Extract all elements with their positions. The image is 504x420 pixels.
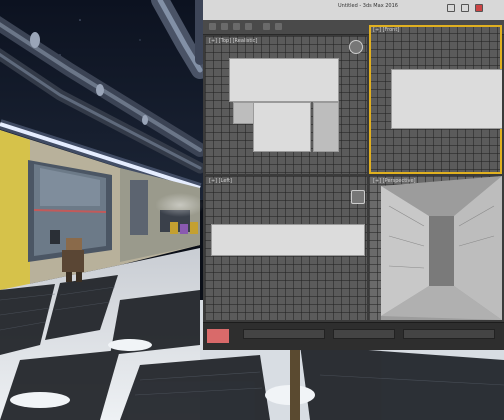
mesh-plan-center: [253, 102, 311, 152]
close-icon[interactable]: [475, 4, 483, 12]
wall-panel-screen: [50, 230, 60, 244]
viewport-top[interactable]: [+] [Top] [Realistic]: [205, 36, 367, 174]
timeline-slider[interactable]: [243, 329, 325, 339]
auto-key-button[interactable]: [207, 329, 229, 343]
viewport-label: [+] [Top] [Realistic]: [209, 38, 258, 44]
snap-tool-icon[interactable]: [263, 23, 270, 30]
viewcube-icon[interactable]: [351, 190, 365, 204]
window-title: Untitled - 3ds Max 2016: [338, 3, 398, 9]
status-bar: [203, 322, 504, 350]
viewport-front[interactable]: [+] [Front]: [369, 25, 502, 174]
window-titlebar: Untitled - 3ds Max 2016: [203, 0, 504, 21]
wall-hazard-panel: [0, 130, 30, 290]
minimize-icon[interactable]: [447, 4, 455, 12]
viewport-perspective[interactable]: [+] [Perspective]: [369, 176, 502, 320]
mesh-plan-right: [313, 102, 339, 152]
select-tool-icon[interactable]: [209, 23, 216, 30]
playback-controls[interactable]: [403, 329, 495, 339]
perspective-mesh: [381, 176, 502, 320]
viewport-left[interactable]: [+] [Left]: [205, 176, 367, 320]
monitor-stand: [290, 340, 300, 420]
scale-tool-icon[interactable]: [245, 23, 252, 30]
mesh-plan-upper: [229, 58, 339, 102]
viewcube-icon[interactable]: [349, 40, 363, 54]
viewport-label: [+] [Left]: [209, 178, 232, 184]
rotate-tool-icon[interactable]: [233, 23, 240, 30]
mesh-front: [391, 69, 502, 129]
monitor-screen: Untitled - 3ds Max 2016 [+] [Top] [Reali…: [203, 0, 504, 350]
mesh-side: [211, 224, 365, 256]
maximize-icon[interactable]: [461, 4, 469, 12]
viewport-label: [+] [Front]: [373, 27, 400, 33]
far-door: [130, 180, 148, 235]
move-tool-icon[interactable]: [221, 23, 228, 30]
coordinate-field[interactable]: [333, 329, 395, 339]
mirror-tool-icon[interactable]: [275, 23, 282, 30]
